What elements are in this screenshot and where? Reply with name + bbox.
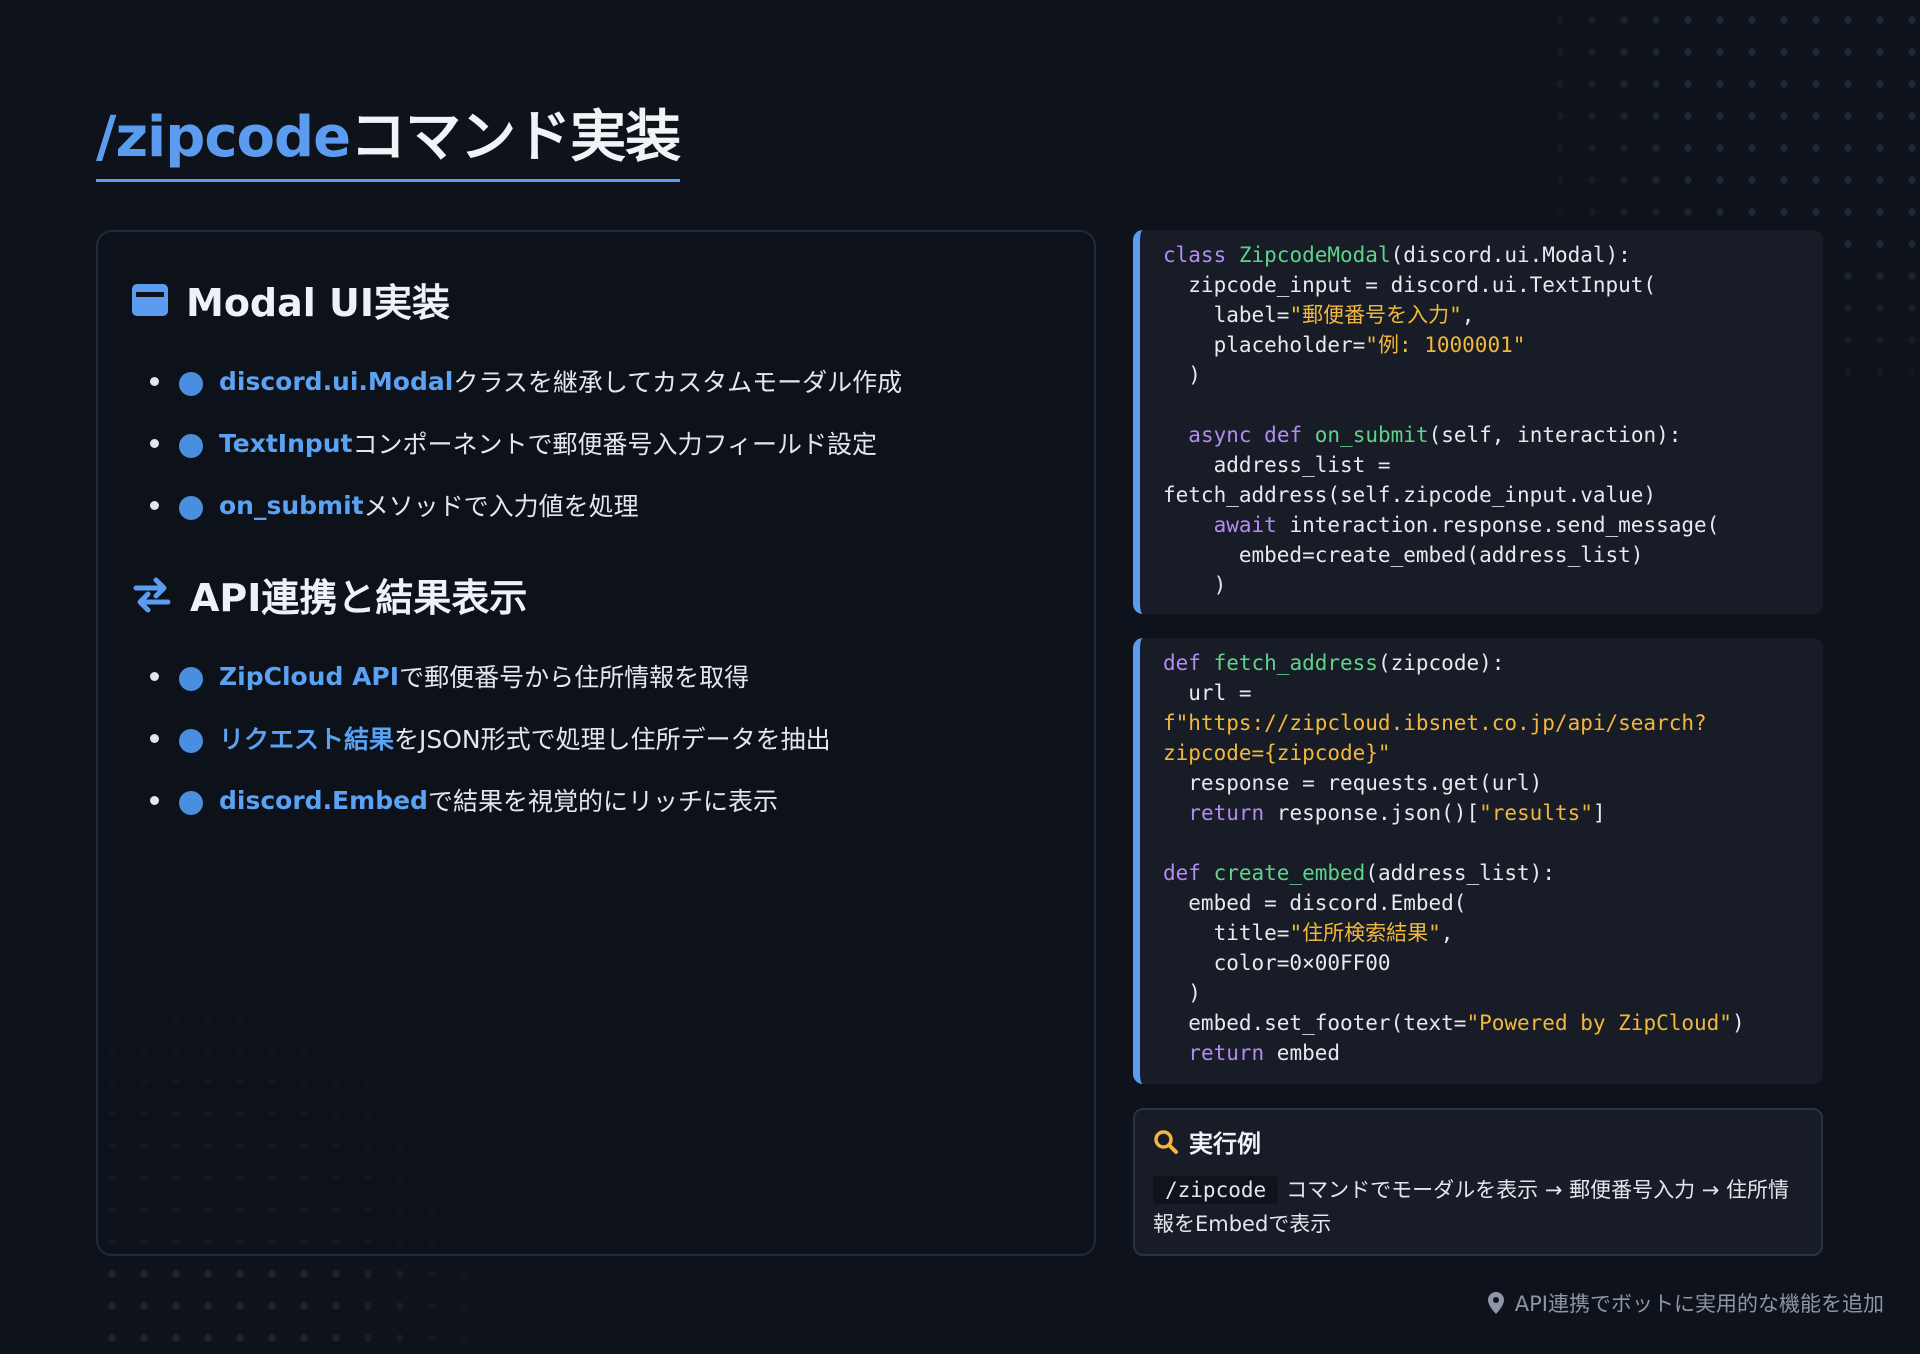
list-item: on_submit メソッドで入力値を処理 <box>150 474 902 536</box>
example-heading: 実行例 <box>1153 1124 1803 1159</box>
bullet-icon <box>179 372 203 396</box>
modal-section-heading: Modal UI実装 <box>132 272 450 327</box>
footer-note: API連携でボットに実用的な機能を追加 <box>1487 1288 1884 1318</box>
command-chip: /zipcode <box>1153 1176 1279 1204</box>
page-title: /zipcodeコマンド実装 <box>96 92 681 182</box>
list-item: TextInput コンポーネントで郵便番号入力フィールド設定 <box>150 412 902 474</box>
api-section-heading: API連携と結果表示 <box>132 567 527 622</box>
example-heading-label: 実行例 <box>1189 1130 1261 1158</box>
title-text: コマンド実装 <box>350 105 681 170</box>
list-item: ZipCloud API で郵便番号から住所情報を取得 <box>150 645 831 707</box>
features-panel: Modal UI実装 discord.ui.Modal クラスを継承してカスタムモ… <box>96 230 1096 1256</box>
bullet-icon <box>179 496 203 520</box>
modal-feature-list: discord.ui.Modal クラスを継承してカスタムモーダル作成 TextI… <box>150 350 902 536</box>
api-heading-label: API連携と結果表示 <box>190 576 528 620</box>
title-command: /zipcode <box>96 105 351 170</box>
modal-heading-label: Modal UI実装 <box>186 281 451 325</box>
api-feature-list: ZipCloud API で郵便番号から住所情報を取得 リクエスト結果 をJSON形… <box>150 645 831 831</box>
swap-arrows-icon <box>133 577 171 612</box>
code-block-functions[interactable]: def fetch_address(zipcode): url = f"http… <box>1133 638 1823 1084</box>
list-item: discord.ui.Modal クラスを継承してカスタムモーダル作成 <box>150 350 902 412</box>
bullet-icon <box>179 434 203 458</box>
list-item: discord.Embed で結果を視覚的にリッチに表示 <box>150 769 831 831</box>
bullet-icon <box>179 667 203 691</box>
map-pin-icon <box>1487 1292 1504 1314</box>
search-icon <box>1154 1129 1178 1154</box>
bullet-icon <box>179 791 203 815</box>
window-icon <box>132 283 168 316</box>
example-box: 実行例 /zipcode コマンドでモーダルを表示 → 郵便番号入力 → 住所情報… <box>1133 1108 1823 1256</box>
list-item: リクエスト結果 をJSON形式で処理し住所データを抽出 <box>150 707 831 769</box>
bullet-icon <box>179 729 203 753</box>
example-description: /zipcode コマンドでモーダルを表示 → 郵便番号入力 → 住所情報をEmb… <box>1153 1176 1790 1236</box>
code-block-modal[interactable]: class ZipcodeModal(discord.ui.Modal): zi… <box>1133 230 1823 614</box>
footer-text: API連携でボットに実用的な機能を追加 <box>1514 1292 1884 1316</box>
